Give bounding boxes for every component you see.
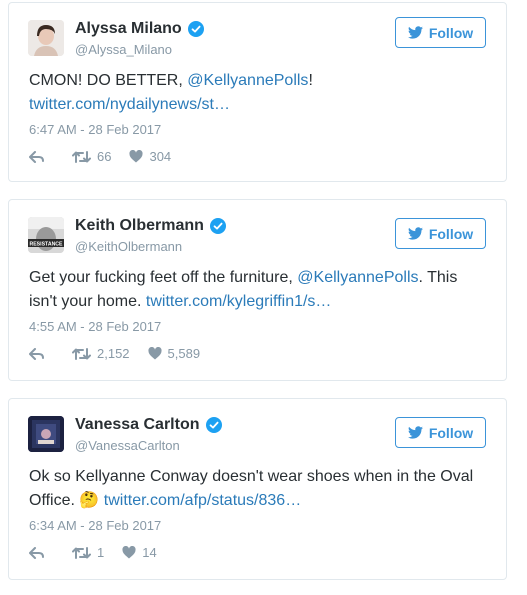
retweet-icon xyxy=(72,347,91,360)
tweet-text: Ok so Kellyanne Conway doesn't wear shoe… xyxy=(29,465,486,513)
retweet-icon xyxy=(72,150,91,163)
url-link[interactable]: twitter.com/kylegriffin1/s… xyxy=(146,293,332,310)
tweet-card: RESISTANCE Keith Olbermann @KeithOlberma… xyxy=(8,199,507,381)
retweet-count: 1 xyxy=(97,545,105,560)
follow-button[interactable]: Follow xyxy=(395,218,486,249)
thinking-emoji: 🤔 xyxy=(79,492,100,509)
reply-icon xyxy=(29,150,44,163)
tweet-actions: 2,152 5,589 xyxy=(29,346,200,361)
tweet-actions: 1 14 xyxy=(29,545,157,560)
tweet-text-part: Get your fucking feet off the furniture, xyxy=(29,269,298,286)
timestamp[interactable]: 4:55 AM - 28 Feb 2017 xyxy=(29,319,161,334)
like-count: 304 xyxy=(149,149,172,164)
follow-label: Follow xyxy=(428,225,474,242)
mention-link[interactable]: @KellyannePolls xyxy=(187,72,308,89)
retweet-button[interactable]: 1 xyxy=(72,545,104,560)
follow-label: Follow xyxy=(428,424,474,441)
reply-button[interactable] xyxy=(29,347,45,360)
tweet-text: CMON! DO BETTER, @KellyannePolls! twitte… xyxy=(29,69,486,117)
avatar-text: RESISTANCE xyxy=(29,242,63,248)
follow-label: Follow xyxy=(428,24,474,41)
user-name-text: Keith Olbermann xyxy=(75,217,204,234)
tweet-text: Get your fucking feet off the furniture,… xyxy=(29,266,486,314)
follow-button[interactable]: Follow xyxy=(395,17,486,48)
retweet-button[interactable]: 66 xyxy=(72,149,111,164)
tweet-text-part: CMON! DO BETTER, xyxy=(29,72,188,89)
reply-icon xyxy=(29,546,44,559)
retweet-button[interactable]: 2,152 xyxy=(72,346,130,361)
user-handle[interactable]: @VanessaCarlton xyxy=(75,438,180,453)
retweet-icon xyxy=(72,546,91,559)
heart-icon xyxy=(129,150,143,163)
reply-button[interactable] xyxy=(29,150,45,163)
url-link[interactable]: twitter.com/nydailynews/st… xyxy=(29,96,230,113)
verified-icon xyxy=(187,21,204,37)
user-handle[interactable]: @KeithOlbermann xyxy=(75,239,182,254)
timestamp[interactable]: 6:34 AM - 28 Feb 2017 xyxy=(29,518,161,533)
like-count: 14 xyxy=(142,545,157,560)
reply-button[interactable] xyxy=(29,546,45,559)
avatar[interactable]: RESISTANCE xyxy=(28,217,64,253)
heart-icon xyxy=(148,347,162,360)
like-button[interactable]: 304 xyxy=(129,149,171,164)
user-name[interactable]: Vanessa Carlton xyxy=(75,416,222,434)
avatar[interactable] xyxy=(28,416,64,452)
verified-icon xyxy=(209,218,226,234)
like-button[interactable]: 14 xyxy=(122,545,157,560)
url-link[interactable]: twitter.com/afp/status/836… xyxy=(104,492,301,509)
retweet-count: 66 xyxy=(97,149,112,164)
tweet-text-part: ! xyxy=(308,72,313,89)
like-count: 5,589 xyxy=(167,346,201,361)
user-name[interactable]: Keith Olbermann xyxy=(75,217,226,235)
tweet-card: Alyssa Milano @Alyssa_Milano Follow CMON… xyxy=(8,2,507,182)
reply-icon xyxy=(29,347,44,360)
bird-icon xyxy=(407,426,423,439)
mention-link[interactable]: @KellyannePolls xyxy=(297,269,418,286)
bird-icon xyxy=(407,26,423,39)
like-button[interactable]: 5,589 xyxy=(148,346,201,361)
user-handle[interactable]: @Alyssa_Milano xyxy=(75,42,172,57)
user-name[interactable]: Alyssa Milano xyxy=(75,20,204,38)
verified-icon xyxy=(205,417,222,433)
tweet-actions: 66 304 xyxy=(29,149,171,164)
avatar[interactable] xyxy=(28,20,64,56)
follow-button[interactable]: Follow xyxy=(395,417,486,448)
user-name-text: Alyssa Milano xyxy=(75,20,182,37)
bird-icon xyxy=(407,227,423,240)
timestamp[interactable]: 6:47 AM - 28 Feb 2017 xyxy=(29,122,161,137)
retweet-count: 2,152 xyxy=(97,346,130,361)
user-name-text: Vanessa Carlton xyxy=(75,416,200,433)
heart-icon xyxy=(122,546,136,559)
tweet-card: Vanessa Carlton @VanessaCarlton Follow O… xyxy=(8,398,507,580)
